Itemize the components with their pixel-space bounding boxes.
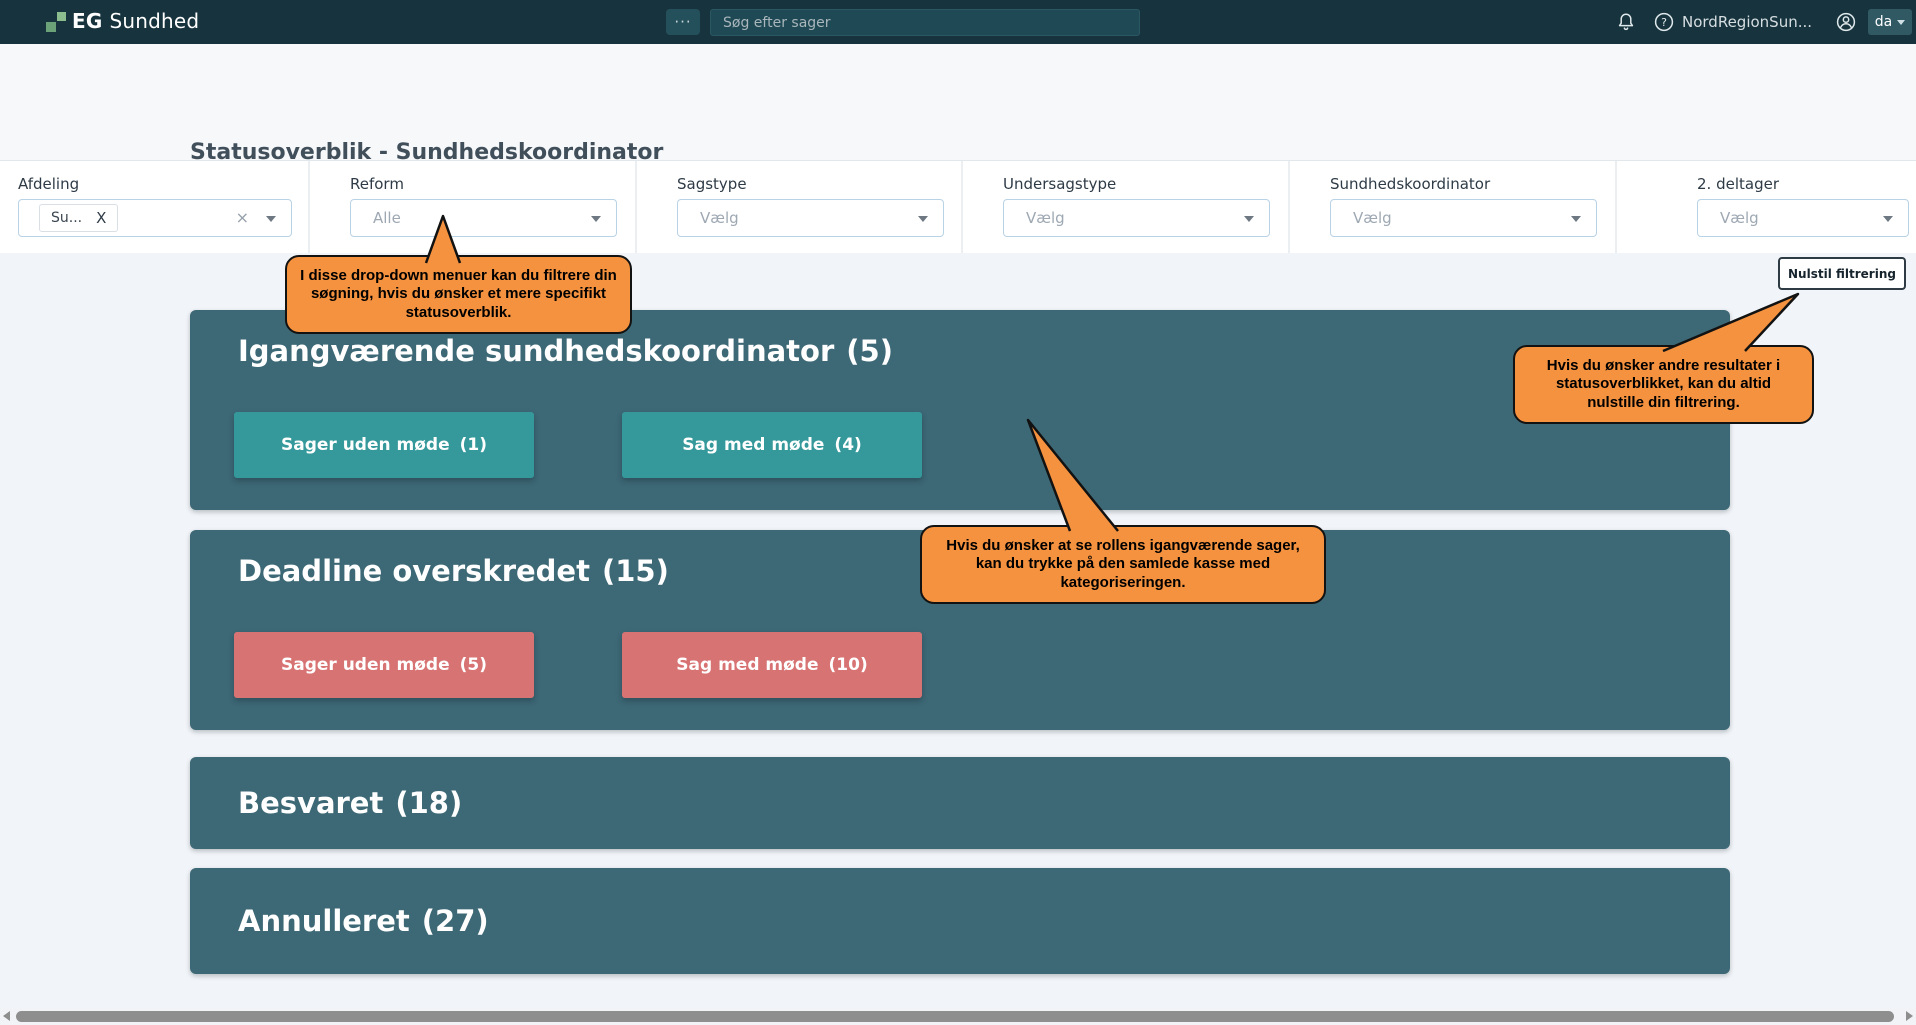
callout-section-click: Hvis du ønsker at se rollens igangværend…	[920, 525, 1326, 604]
section-title-text: Besvaret	[238, 786, 383, 820]
filter-sundhedskoordinator: Sundhedskoordinator Vælg	[1290, 161, 1617, 253]
chevron-down-icon	[266, 216, 276, 222]
section-count: (27)	[422, 904, 489, 938]
language-selector[interactable]: da	[1868, 9, 1912, 35]
section-besvaret[interactable]: Besvaret (18)	[190, 757, 1730, 849]
chevron-down-icon	[1244, 216, 1254, 222]
button-label: Sager uden møde	[281, 435, 450, 455]
select-value: Alle	[373, 209, 401, 227]
user-account-icon[interactable]	[1834, 10, 1858, 34]
filter-label: Sundhedskoordinator	[1330, 175, 1615, 193]
callout-text: Hvis du ønsker andre resultater i status…	[1513, 345, 1814, 424]
callout-filter-dropdowns: I disse drop-down menuer kan du filtrere…	[285, 255, 632, 334]
button-count: (1)	[460, 435, 487, 455]
section-annulleret[interactable]: Annulleret (27)	[190, 868, 1730, 974]
callout-text: Hvis du ønsker at se rollens igangværend…	[920, 525, 1326, 604]
section-count: (15)	[602, 554, 669, 588]
select-value: Vælg	[1353, 209, 1392, 227]
filter-undersagstype: Undersagstype Vælg	[963, 161, 1290, 253]
sager-uden-moede-button[interactable]: Sager uden møde (1)	[234, 412, 534, 478]
button-label: Sag med møde	[682, 435, 824, 455]
horizontal-scrollbar	[0, 1008, 1916, 1025]
selected-value-chip: Su... X	[39, 204, 118, 232]
sag-med-moede-button[interactable]: Sag med møde (10)	[622, 632, 922, 698]
select-value: Vælg	[700, 209, 739, 227]
select-value: Vælg	[1720, 209, 1759, 227]
chevron-down-icon	[1571, 216, 1581, 222]
section-count: (18)	[395, 786, 462, 820]
filter-reform: Reform Alle	[310, 161, 637, 253]
callout-arrow-up-right	[1513, 289, 1814, 353]
scroll-right-arrow-icon[interactable]	[1906, 1011, 1913, 1021]
sundhedskoordinator-select[interactable]: Vælg	[1330, 199, 1597, 237]
filter-sagstype: Sagstype Vælg	[637, 161, 963, 253]
button-count: (10)	[829, 655, 868, 675]
scrollbar-thumb[interactable]	[16, 1011, 1894, 1022]
help-icon[interactable]: ?	[1652, 10, 1676, 34]
search-input[interactable]	[710, 9, 1140, 36]
section-title-text: Deadline overskredet	[238, 554, 590, 588]
tenant-name[interactable]: NordRegionSun...	[1682, 13, 1812, 31]
filter-label: Reform	[350, 175, 635, 193]
select-value: Vælg	[1026, 209, 1065, 227]
chevron-down-icon	[1883, 216, 1893, 222]
chevron-down-icon	[918, 216, 928, 222]
more-menu-button[interactable]: ···	[666, 9, 700, 35]
section-title: Annulleret (27)	[190, 904, 489, 938]
sagstype-select[interactable]: Vælg	[677, 199, 944, 237]
afdeling-multiselect[interactable]: Su... X ×	[18, 199, 292, 237]
callout-arrow-up-left	[920, 415, 1220, 533]
clear-filter-icon[interactable]: ×	[236, 208, 249, 227]
filter-label: Undersagstype	[1003, 175, 1288, 193]
chip-remove-icon[interactable]: X	[96, 209, 106, 227]
brand-name: Sundhed	[109, 9, 199, 33]
callout-reset-filter: Hvis du ønsker andre resultater i status…	[1513, 345, 1814, 424]
filter-2-deltager: 2. deltager Vælg	[1617, 161, 1916, 253]
callout-text: I disse drop-down menuer kan du filtrere…	[285, 255, 632, 334]
button-count: (5)	[460, 655, 487, 675]
filter-label: Afdeling	[18, 175, 308, 193]
scroll-left-arrow-icon[interactable]	[3, 1011, 10, 1021]
sag-med-moede-button[interactable]: Sag med møde (4)	[622, 412, 922, 478]
eg-logo-icon	[44, 12, 66, 34]
reset-filter-button[interactable]: Nulstil filtrering	[1778, 257, 1906, 290]
sager-uden-moede-button[interactable]: Sager uden møde (5)	[234, 632, 534, 698]
button-label: Sag med møde	[676, 655, 818, 675]
notifications-bell-icon[interactable]	[1614, 10, 1638, 34]
button-count: (4)	[834, 435, 861, 455]
section-title-text: Annulleret	[238, 904, 410, 938]
chevron-down-icon	[591, 216, 601, 222]
header-band: Statusoverblik - Sundhedskoordinator	[0, 44, 1916, 160]
deltager-select[interactable]: Vælg	[1697, 199, 1909, 237]
svg-text:?: ?	[1661, 16, 1667, 29]
reform-select[interactable]: Alle	[350, 199, 617, 237]
filter-label: Sagstype	[677, 175, 961, 193]
filter-bar: Afdeling Su... X × Reform Alle Sagstype …	[0, 160, 1916, 253]
app-brand: EG Sundhed	[72, 9, 199, 33]
section-count: (5)	[846, 334, 893, 368]
brand-bold: EG	[72, 9, 102, 33]
section-title: Besvaret (18)	[190, 786, 462, 820]
filter-afdeling: Afdeling Su... X ×	[0, 161, 310, 253]
language-value: da	[1875, 14, 1892, 30]
top-bar: EG Sundhed ··· ? NordRegionSun... da	[0, 0, 1916, 44]
chip-label: Su...	[51, 210, 82, 226]
callout-arrow-up	[423, 213, 463, 265]
undersagstype-select[interactable]: Vælg	[1003, 199, 1270, 237]
chevron-down-icon	[1897, 20, 1905, 25]
filter-label: 2. deltager	[1697, 175, 1916, 193]
section-title-text: Igangværende sundhedskoordinator	[238, 334, 834, 368]
button-label: Sager uden møde	[281, 655, 450, 675]
